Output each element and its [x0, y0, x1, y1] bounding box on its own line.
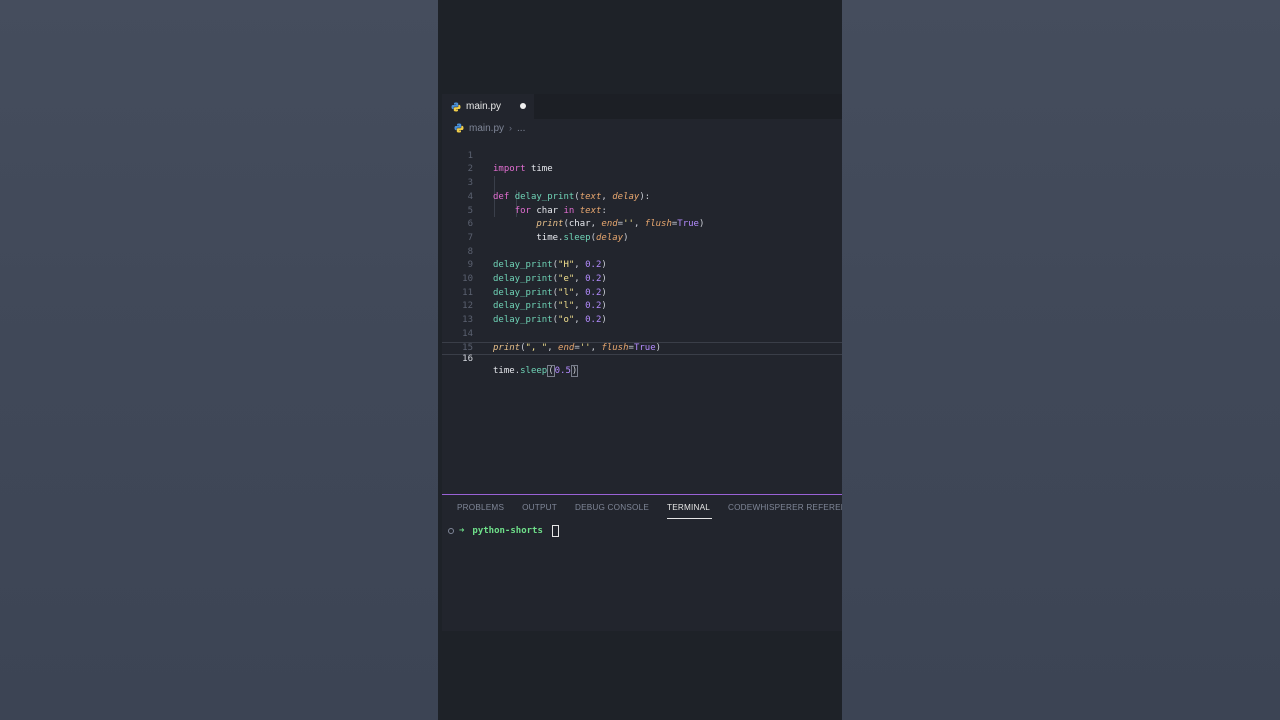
- code-line: 11 delay_print("l", 0.2): [442, 273, 842, 312]
- code-line: 3 def delay_print(text, delay):: [442, 163, 842, 202]
- tab-debug-console[interactable]: DEBUG CONSOLE: [575, 503, 649, 523]
- code-editor[interactable]: 1 import time 2 3 def delay_print(text, …: [442, 135, 842, 495]
- tab-label: main.py: [466, 101, 502, 112]
- tab-terminal[interactable]: TERMINAL: [667, 503, 712, 523]
- code-line: 5 print(char, end='', flush=True): [442, 191, 842, 230]
- vertical-video-frame: main.py main.py › ... 1 import time 2 3 …: [438, 0, 842, 720]
- code-line: 15: [442, 328, 842, 353]
- unsaved-changes-dot-icon[interactable]: [520, 103, 526, 109]
- editor-tab-bar: main.py: [442, 94, 842, 119]
- bottom-panel: PROBLEMS OUTPUT DEBUG CONSOLE TERMINAL C…: [442, 494, 842, 631]
- panel-tab-bar: PROBLEMS OUTPUT DEBUG CONSOLE TERMINAL C…: [457, 503, 842, 523]
- status-circle-icon: [448, 528, 454, 534]
- breadcrumb: main.py › ...: [454, 121, 525, 135]
- code-line-current[interactable]: 16 time.sleep(0.5): [442, 341, 842, 377]
- code-line: 2: [442, 150, 842, 174]
- terminal-cursor: [551, 525, 559, 537]
- code-line: 12 delay_print("o", 0.2): [442, 287, 842, 325]
- code-line: 4 for char in text:: [442, 177, 842, 216]
- terminal-prompt[interactable]: ➜ python-shorts: [448, 525, 559, 537]
- breadcrumb-symbol[interactable]: ...: [517, 123, 525, 134]
- tab-problems[interactable]: PROBLEMS: [457, 503, 504, 523]
- python-icon: [454, 123, 464, 133]
- prompt-directory: python-shorts: [472, 526, 543, 536]
- blurred-backdrop-right: [842, 0, 1280, 720]
- vscode-window: main.py main.py › ... 1 import time 2 3 …: [442, 94, 842, 631]
- code-line: 8 delay_print("H", 0.2): [442, 232, 842, 271]
- chevron-right-icon: ›: [509, 123, 513, 133]
- code-line: 1 import time: [442, 136, 842, 175]
- python-icon: [451, 102, 461, 111]
- prompt-arrow-icon: ➜: [459, 526, 465, 536]
- code-line: 10 delay_print("l", 0.2): [442, 259, 842, 298]
- blurred-backdrop-left: [0, 0, 438, 720]
- line-number: 16: [462, 354, 473, 365]
- code-line: 14 print(", ", end='', flush=True): [442, 314, 842, 353]
- tab-codewhisperer-reference[interactable]: CODEWHISPERER REFERENCE: [728, 503, 842, 523]
- tab-output[interactable]: OUTPUT: [522, 503, 557, 523]
- code-line: 9 delay_print("e", 0.2): [442, 246, 842, 284]
- code-line: 13: [442, 300, 842, 325]
- code-line: 7: [442, 218, 842, 243]
- breadcrumb-file[interactable]: main.py: [469, 123, 504, 134]
- code-line: 6 time.sleep(delay): [442, 205, 842, 243]
